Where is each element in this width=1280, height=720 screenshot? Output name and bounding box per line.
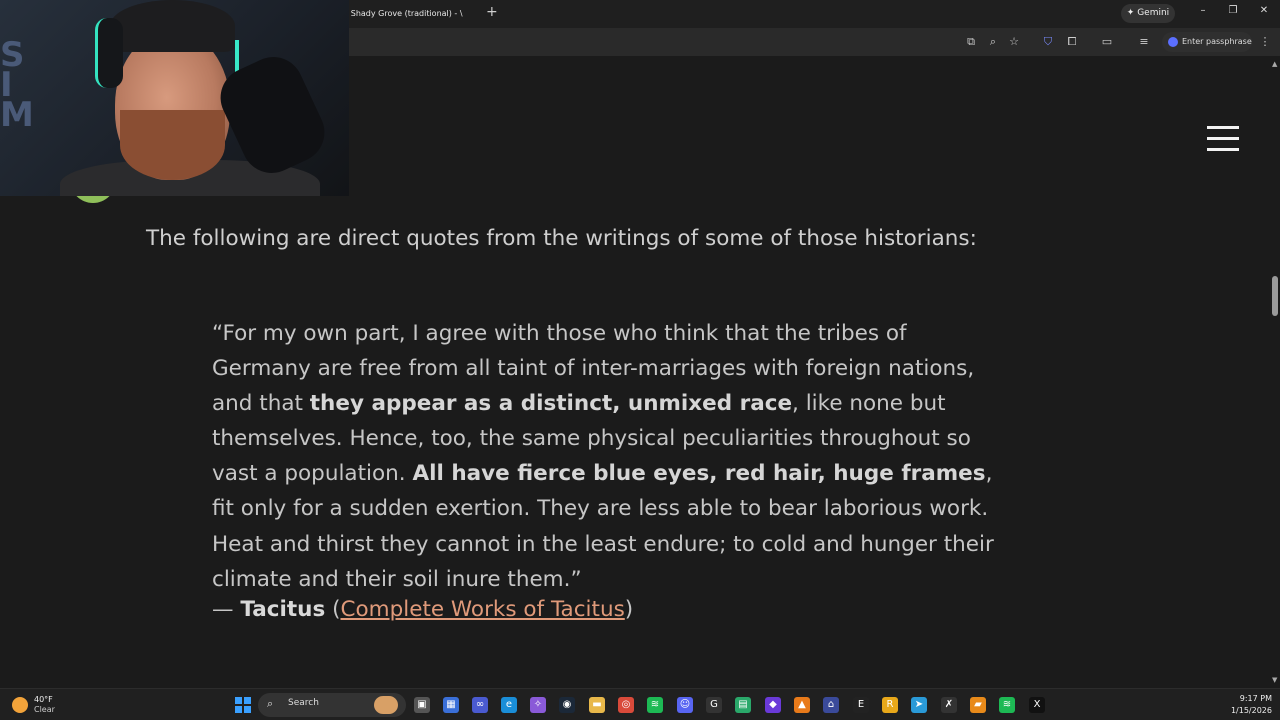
- windows-start-icon[interactable]: [235, 697, 251, 713]
- weather-condition: Clear: [34, 705, 55, 714]
- install-app-icon[interactable]: ⧉: [964, 35, 978, 49]
- clock-time: 9:17 PM: [1239, 694, 1272, 703]
- citation-paren-close: ): [624, 597, 634, 622]
- clock-date: 1/15/2026: [1230, 706, 1272, 715]
- gemini-button[interactable]: ✦ Gemini: [1121, 4, 1175, 23]
- task-view-icon[interactable]: ▣: [414, 697, 430, 713]
- weather-sun-icon: [12, 697, 28, 713]
- app-folder-icon[interactable]: ▰: [970, 697, 986, 713]
- discord-icon[interactable]: ☺: [677, 697, 693, 713]
- spotify-icon[interactable]: ≋: [647, 697, 663, 713]
- steam-icon[interactable]: ◉: [559, 697, 575, 713]
- address-bar[interactable]: [340, 32, 1030, 52]
- taskbar-clock[interactable]: 9:17 PM 1/15/2026: [1222, 693, 1272, 717]
- streamer-beanie: [110, 0, 235, 52]
- bookmark-star-icon[interactable]: ☆: [1007, 35, 1021, 49]
- search-highlight-icon: [374, 696, 398, 714]
- search-icon: ⌕: [267, 697, 274, 710]
- weather-temperature: 40°F: [34, 695, 53, 704]
- sparkle-icon: ✦: [1126, 8, 1138, 18]
- vlc-icon[interactable]: ▲: [794, 697, 810, 713]
- browser-tab[interactable]: 3) Shady Grove (traditional) - \: [340, 3, 480, 25]
- quote-bold-1: they appear as a distinct, unmixed race: [309, 391, 793, 417]
- rockstar-icon[interactable]: R: [882, 697, 898, 713]
- app-diamond-icon[interactable]: ◆: [765, 697, 781, 713]
- webcam-overlay: SIM: [0, 0, 349, 196]
- app-green-icon[interactable]: ▤: [735, 697, 751, 713]
- scroll-up-arrow-icon[interactable]: ▲: [1272, 60, 1277, 68]
- intro-paragraph: The following are direct quotes from the…: [146, 226, 977, 251]
- citation-author: Tacitus: [240, 597, 326, 622]
- passphrase-label: Enter passphrase: [1182, 37, 1252, 46]
- citation-dash: —: [212, 597, 241, 622]
- epic-games-icon[interactable]: E: [853, 697, 869, 713]
- blockquote: “For my own part, I agree with those who…: [212, 316, 1002, 597]
- weather-widget[interactable]: 40°F Clear: [12, 694, 62, 716]
- store-icon[interactable]: ▦: [443, 697, 459, 713]
- windows-taskbar: 40°F Clear ⌕ Search ▣ ▦ ∞ e ✧ ◉ ▬ ◎ ≋ ☺ …: [0, 688, 1280, 720]
- scroll-down-arrow-icon[interactable]: ▼: [1272, 676, 1277, 684]
- close-window-button[interactable]: ✕: [1254, 5, 1274, 16]
- app-hat-icon[interactable]: ⌂: [823, 697, 839, 713]
- media-controls-icon[interactable]: ≡: [1137, 35, 1151, 49]
- x-app-icon[interactable]: X: [1029, 697, 1045, 713]
- app-g-icon[interactable]: G: [706, 697, 722, 713]
- spotify-2-icon[interactable]: ≋: [999, 697, 1015, 713]
- citation-link[interactable]: Complete Works of Tacitus: [340, 597, 624, 622]
- citation: — Tacitus (Complete Works of Tacitus): [212, 597, 633, 622]
- more-menu-icon[interactable]: ⋮: [1258, 35, 1272, 49]
- file-explorer-icon[interactable]: ▬: [589, 697, 605, 713]
- restore-button[interactable]: ❐: [1223, 5, 1243, 16]
- zoom-icon[interactable]: ⌕: [986, 35, 1000, 49]
- scrollbar-thumb[interactable]: [1272, 276, 1278, 316]
- citation-paren-open: (: [325, 597, 341, 622]
- extensions-icon[interactable]: ⧠: [1065, 35, 1079, 49]
- telegram-icon[interactable]: ➤: [911, 697, 927, 713]
- minimize-button[interactable]: –: [1193, 5, 1213, 16]
- new-tab-button[interactable]: +: [486, 4, 498, 20]
- page-scrollbar[interactable]: ▲ ▼: [1270, 56, 1280, 688]
- chrome-icon[interactable]: ◎: [618, 697, 634, 713]
- hamburger-menu-icon[interactable]: [1207, 126, 1239, 151]
- edge-icon[interactable]: e: [501, 697, 517, 713]
- background-sign: SIM: [0, 35, 34, 135]
- account-avatar-icon: [1168, 37, 1178, 47]
- shield-extension-icon[interactable]: ⛉: [1041, 35, 1055, 49]
- password-manager-button[interactable]: Enter passphrase: [1162, 32, 1252, 52]
- split-view-icon[interactable]: ▭: [1100, 35, 1114, 49]
- gemini-label: Gemini: [1137, 8, 1170, 18]
- app-x-icon[interactable]: ✗: [941, 697, 957, 713]
- taskbar-search-label: Search: [288, 698, 319, 708]
- streamer-beard: [120, 110, 225, 180]
- copilot-app-icon[interactable]: ∞: [472, 697, 488, 713]
- headphones-icon: [95, 18, 123, 88]
- copilot-icon[interactable]: ✧: [530, 697, 546, 713]
- quote-bold-2: All have fierce blue eyes, red hair, hug…: [412, 461, 986, 487]
- taskbar-search-box[interactable]: ⌕ Search: [258, 693, 406, 717]
